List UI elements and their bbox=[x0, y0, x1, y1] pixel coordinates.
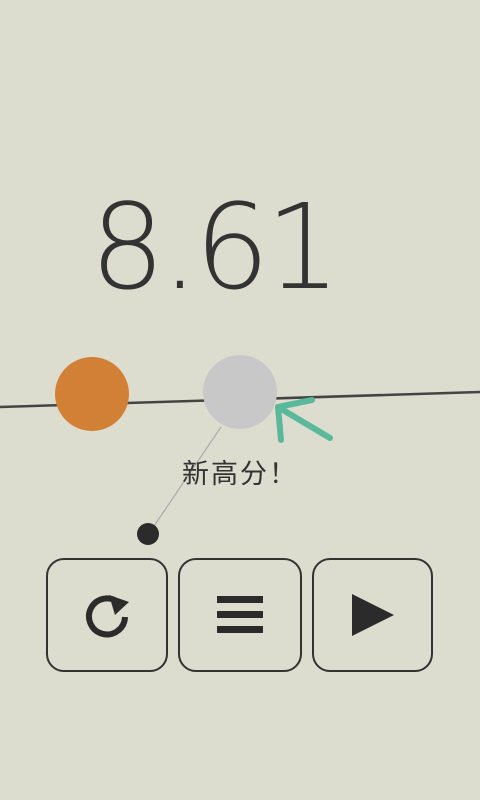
restart-icon bbox=[86, 595, 129, 638]
gray-ball bbox=[203, 355, 277, 429]
new-high-score-label: 新高分！ bbox=[182, 459, 298, 490]
anchor-dot bbox=[137, 523, 159, 545]
play-icon bbox=[351, 594, 394, 636]
menu-button[interactable] bbox=[178, 558, 302, 672]
play-button[interactable] bbox=[312, 558, 433, 672]
orange-ball bbox=[55, 357, 129, 431]
score-value: 8.61 bbox=[90, 178, 341, 316]
menu-icon bbox=[217, 596, 263, 633]
arrow-icon bbox=[275, 397, 333, 443]
restart-button[interactable] bbox=[46, 558, 168, 672]
game-scene bbox=[0, 355, 480, 545]
